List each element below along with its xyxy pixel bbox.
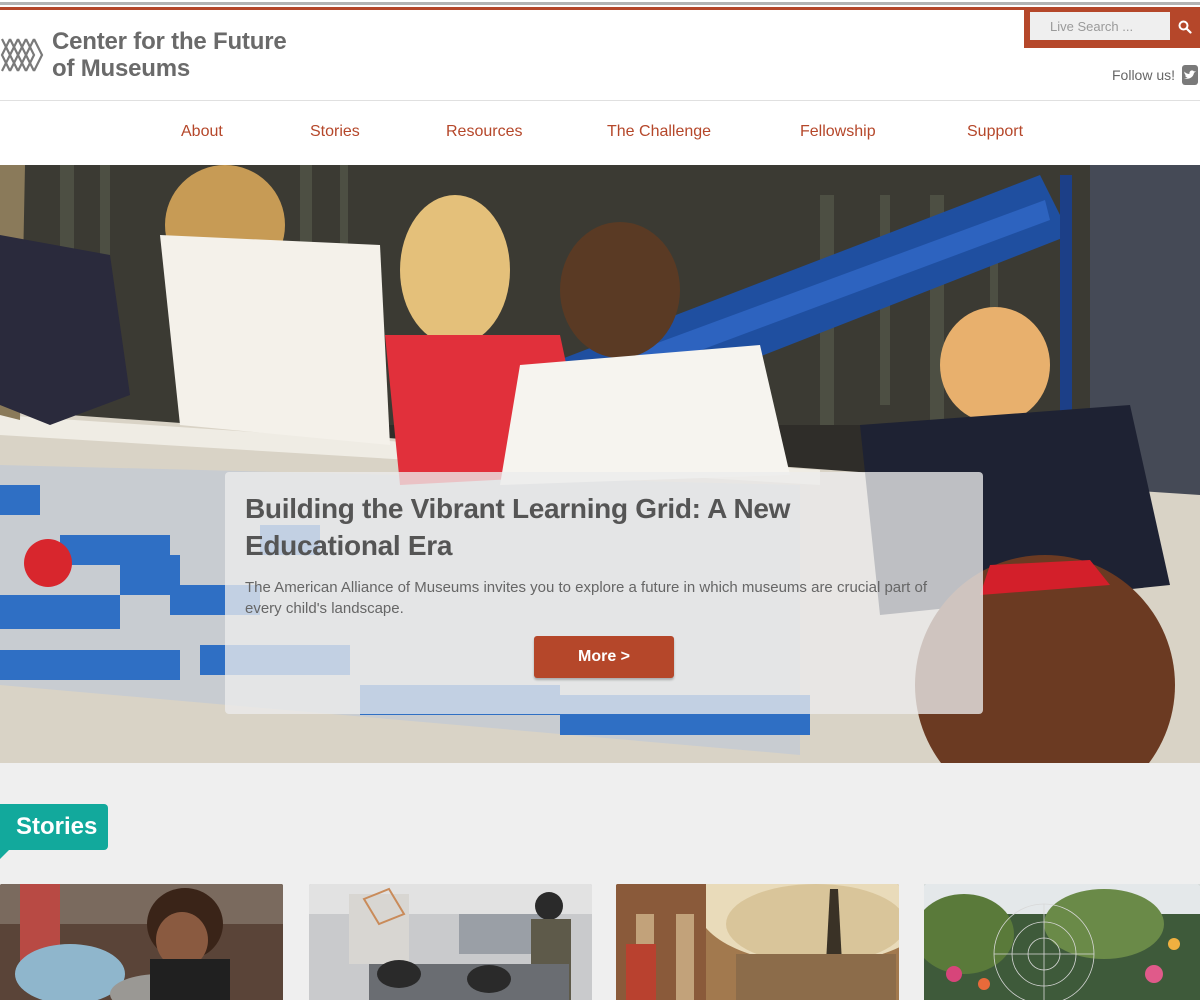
logo-line-2: of Museums xyxy=(52,55,191,82)
nav-item-about[interactable]: About xyxy=(181,123,223,141)
nav-item-support[interactable]: Support xyxy=(967,123,1023,141)
logo-line-1: Center for the Future xyxy=(52,28,287,55)
more-button[interactable]: More > xyxy=(534,636,674,678)
story-card-3[interactable] xyxy=(616,884,899,1000)
site-logo[interactable]: Center for the Future of Museums xyxy=(0,28,287,82)
main-navigation: About Stories Resources The Challenge Fe… xyxy=(0,101,1200,165)
follow-us: Follow us! xyxy=(1112,65,1199,85)
search-icon xyxy=(1178,20,1192,34)
nav-item-resources[interactable]: Resources xyxy=(446,123,522,141)
top-stripe xyxy=(0,0,1200,10)
story-card-2-image xyxy=(309,884,592,1000)
nav-item-fellowship[interactable]: Fellowship xyxy=(800,123,876,141)
follow-label: Follow us! xyxy=(1112,67,1176,83)
hero-title: Building the Vibrant Learning Grid: A Ne… xyxy=(245,493,791,561)
hero-content-card: Building the Vibrant Learning Grid: A Ne… xyxy=(225,472,983,714)
nav-item-the-challenge[interactable]: The Challenge xyxy=(607,123,711,141)
story-card-3-image xyxy=(616,884,899,1000)
story-card-4[interactable] xyxy=(924,884,1200,1000)
hero-banner: Building the Vibrant Learning Grid: A Ne… xyxy=(0,165,1200,763)
site-header: Center for the Future of Museums Follow … xyxy=(0,10,1200,101)
story-card-1[interactable] xyxy=(0,884,283,1000)
twitter-icon[interactable] xyxy=(1182,65,1199,85)
nav-item-stories[interactable]: Stories xyxy=(310,123,360,141)
story-card-1-image xyxy=(0,884,283,1000)
story-card-2[interactable] xyxy=(309,884,592,1000)
hero-description: The American Alliance of Museums invites… xyxy=(245,579,927,617)
lattice-logo-icon xyxy=(0,38,44,72)
search-button[interactable] xyxy=(1170,12,1200,42)
search-input[interactable] xyxy=(1030,12,1188,40)
story-card-4-image xyxy=(924,884,1200,1000)
stories-heading: Stories xyxy=(16,813,98,840)
stories-section-label: Stories xyxy=(0,804,108,850)
stories-label-tail xyxy=(0,849,10,859)
